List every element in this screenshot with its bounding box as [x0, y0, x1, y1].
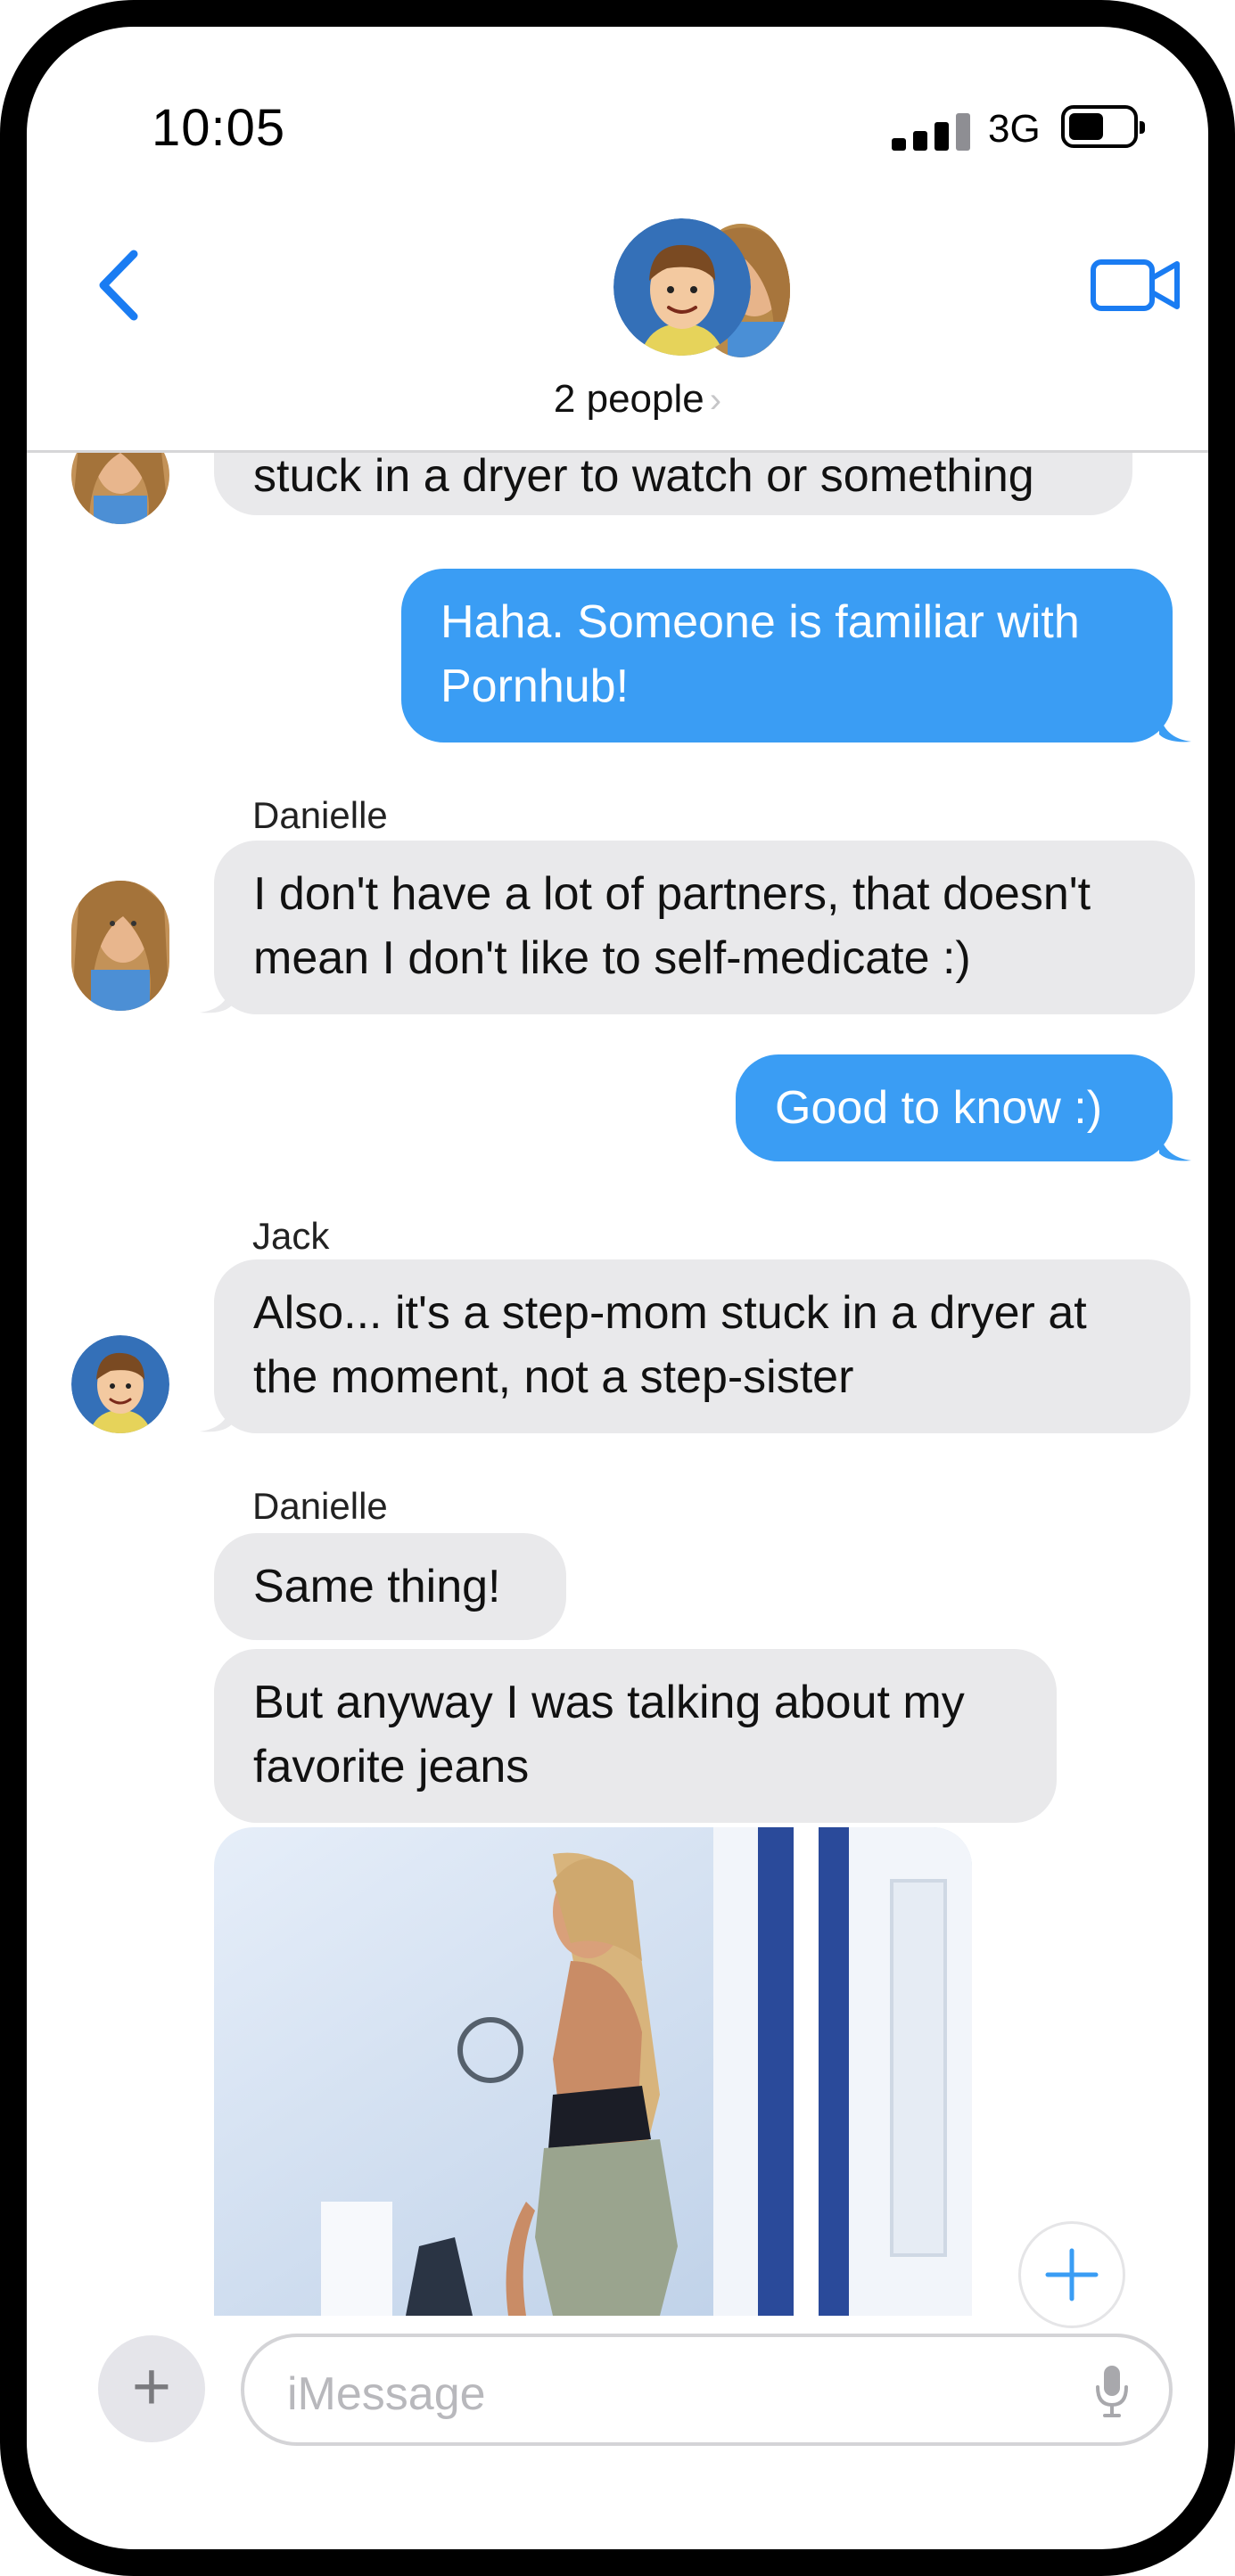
bubble-tail	[200, 1401, 232, 1432]
bubble-tail	[1159, 711, 1191, 742]
jack-avatar	[71, 1335, 169, 1433]
network-type: 3G	[988, 107, 1041, 151]
jack-avatar	[613, 218, 751, 356]
chevron-right-icon: ›	[709, 381, 722, 420]
photo-image	[214, 1827, 972, 2316]
microphone-icon[interactable]	[1094, 2362, 1130, 2421]
back-button[interactable]	[89, 245, 152, 325]
signal-icon	[892, 111, 976, 151]
add-attachment-button[interactable]: +	[98, 2335, 205, 2442]
message-bubble-incoming[interactable]: I don't have a lot of partners, that doe…	[214, 841, 1195, 1014]
video-call-button[interactable]	[1088, 250, 1186, 321]
react-button[interactable]	[1018, 2221, 1125, 2328]
photo-attachment[interactable]	[214, 1827, 972, 2316]
phone-frame: 10:05 3G 2 people › stuck in a dryer to …	[0, 0, 1235, 2576]
sender-name: Danielle	[252, 794, 388, 836]
message-bubble-outgoing[interactable]: Haha. Someone is familiar with Pornhub!	[401, 569, 1173, 742]
group-avatar[interactable]	[606, 218, 803, 361]
message-bubble-incoming[interactable]: Same thing!	[214, 1533, 566, 1640]
chevron-left-icon	[99, 250, 138, 321]
message-bubble-incoming[interactable]: stuck in a dryer to watch or something	[214, 453, 1132, 515]
bubble-tail	[200, 982, 232, 1013]
group-label: 2 people	[553, 377, 704, 421]
message-input-placeholder: iMessage	[287, 2368, 486, 2420]
message-bubble-incoming[interactable]: But anyway I was talking about my favori…	[214, 1649, 1057, 1823]
message-bubble-outgoing[interactable]: Good to know :)	[736, 1054, 1173, 1161]
plus-icon: +	[131, 2349, 172, 2424]
plus-icon	[1045, 2248, 1099, 2301]
message-input[interactable]: iMessage	[241, 2334, 1173, 2446]
battery-icon	[1061, 105, 1145, 148]
sender-name: Danielle	[252, 1485, 388, 1527]
sender-name: Jack	[252, 1215, 330, 1257]
group-details-link[interactable]: 2 people ›	[526, 377, 749, 422]
video-camera-icon	[1091, 259, 1180, 311]
status-time: 10:05	[152, 99, 286, 157]
message-bubble-incoming[interactable]: Also... it's a step-mom stuck in a dryer…	[214, 1259, 1190, 1433]
bubble-tail	[1159, 1130, 1191, 1161]
danielle-avatar	[71, 881, 169, 1011]
danielle-avatar	[71, 453, 169, 524]
